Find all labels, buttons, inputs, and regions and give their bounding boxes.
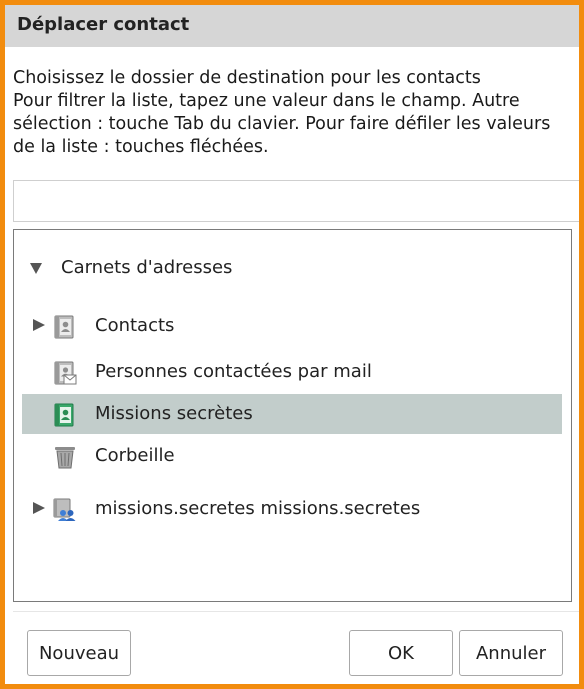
folder-tree[interactable]: Carnets d'adresses Contacts Personnes co… (13, 229, 572, 602)
tree-item-label: Personnes contactées par mail (95, 361, 372, 382)
dialog-title-bar[interactable]: Déplacer contact (5, 5, 579, 47)
expand-arrow-icon[interactable] (33, 502, 45, 514)
tree-item-missions-secretes[interactable]: Missions secrètes (22, 394, 562, 434)
shared-folder-icon (53, 498, 77, 522)
instruction-line: de la liste : touches fléchées. (13, 137, 269, 157)
cancel-button[interactable]: Annuler (459, 630, 563, 676)
tree-item-emailed-contacts[interactable]: Personnes contactées par mail (22, 352, 562, 392)
filter-input[interactable] (13, 180, 579, 222)
instruction-line: sélection : touche Tab du clavier. Pour … (13, 114, 551, 134)
instructions-text: Choisissez le dossier de destination pou… (13, 67, 579, 159)
new-button[interactable]: Nouveau (27, 630, 131, 676)
collapse-arrow-icon[interactable] (30, 263, 42, 274)
instruction-line: Choisissez le dossier de destination pou… (13, 68, 481, 88)
emailed-contacts-icon (53, 361, 77, 385)
tree-item-label: Corbeille (95, 445, 175, 466)
dialog-title: Déplacer contact (17, 14, 190, 35)
move-contact-dialog: Déplacer contact Choisissez le dossier d… (5, 5, 579, 684)
instruction-line: Pour filtrer la liste, tapez une valeur … (13, 91, 520, 111)
tree-root-address-books[interactable]: Carnets d'adresses (22, 248, 562, 288)
expand-arrow-icon[interactable] (33, 319, 45, 331)
address-book-green-icon (53, 403, 77, 427)
tree-item-shared-missions[interactable]: missions.secretes missions.secretes (22, 489, 562, 529)
footer-divider (13, 611, 579, 612)
tree-item-label: missions.secretes missions.secretes (95, 498, 421, 519)
trash-icon (53, 445, 77, 469)
tree-item-contacts[interactable]: Contacts (22, 306, 562, 346)
address-book-icon (53, 315, 77, 339)
tree-item-label: Missions secrètes (95, 403, 253, 424)
tree-item-trash[interactable]: Corbeille (22, 436, 562, 476)
tree-root-label: Carnets d'adresses (61, 257, 233, 278)
ok-button[interactable]: OK (349, 630, 453, 676)
tree-item-label: Contacts (95, 315, 175, 336)
